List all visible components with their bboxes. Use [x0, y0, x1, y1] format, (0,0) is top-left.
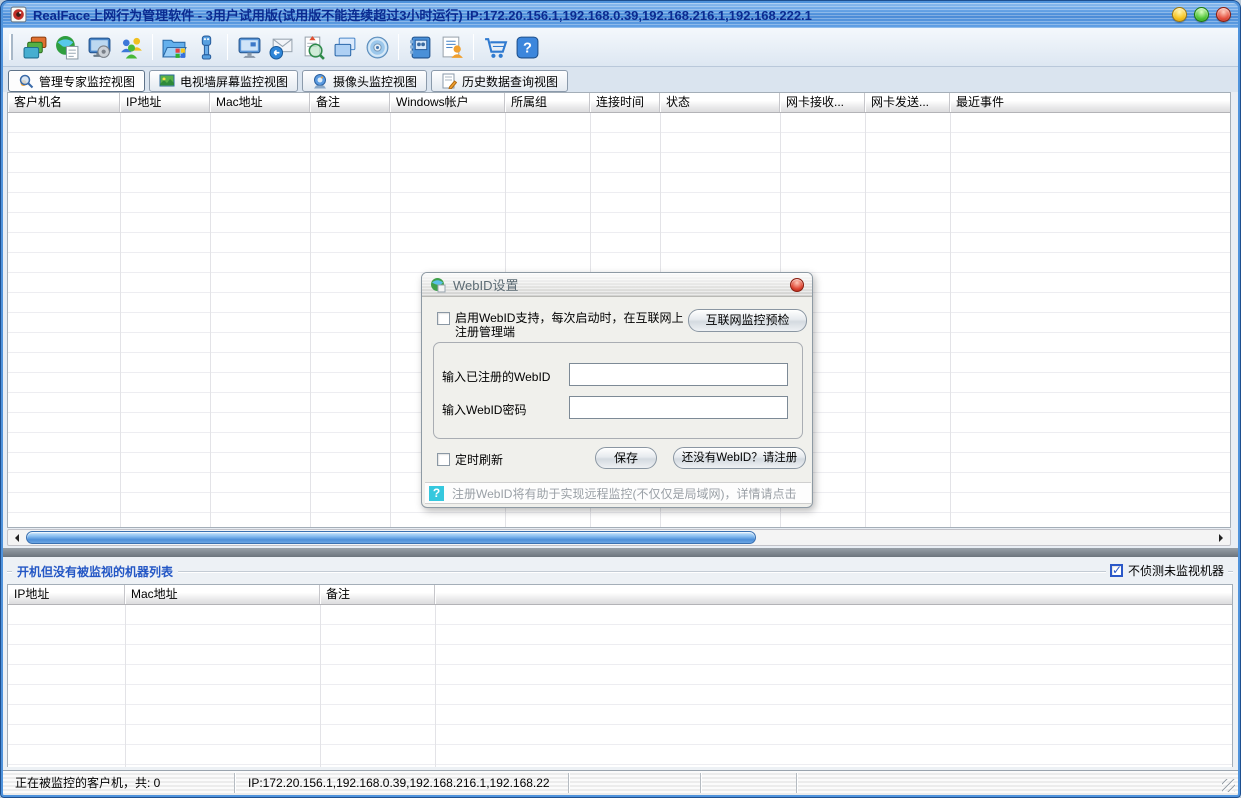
scroll-left-arrow[interactable] [9, 530, 25, 545]
register-webid-button[interactable]: 还没有WebID？请注册 [673, 447, 806, 469]
groupbox-line [7, 571, 1233, 572]
enable-webid-label: 启用WebID支持，每次启动时，在互联网上注册管理端 [455, 311, 695, 339]
tab-tv-wall-view[interactable]: 电视墙屏幕监控视图 [149, 70, 298, 92]
client-table-header: 客户机名 IP地址 Mac地址 备注 Windows帐户 所属组 连接时间 状态… [8, 93, 1230, 113]
column-header[interactable]: 客户机名 [8, 93, 120, 112]
app-window: RealFace上网行为管理软件 - 3用户试用版(试用版不能连续超过3小时运行… [0, 0, 1241, 798]
column-header[interactable]: Mac地址 [125, 585, 320, 604]
unmonitored-table: IP地址 Mac地址 备注 [7, 584, 1233, 767]
question-icon: ? [429, 486, 444, 501]
column-header[interactable]: 网卡发送... [865, 93, 950, 112]
resize-grip[interactable] [1222, 779, 1235, 792]
save-button[interactable]: 保存 [595, 447, 657, 469]
column-header[interactable]: 备注 [320, 585, 435, 604]
magnifier-view-icon [18, 73, 34, 89]
file-manager-icon[interactable] [158, 31, 190, 63]
timed-refresh-label: 定时刷新 [455, 451, 503, 468]
svg-text:?: ? [523, 40, 532, 56]
title-bar: RealFace上网行为管理软件 - 3用户试用版(试用版不能连续超过3小时运行… [0, 0, 1241, 28]
column-header[interactable]: 最近事件 [950, 93, 1230, 112]
camera-icon [312, 73, 328, 89]
toolbar-separator [473, 34, 474, 60]
tab-label: 历史数据查询视图 [462, 73, 558, 90]
toolbar-grip[interactable] [9, 34, 13, 60]
column-header[interactable]: 连接时间 [590, 93, 660, 112]
column-header[interactable]: Mac地址 [210, 93, 310, 112]
webid-input[interactable] [569, 363, 788, 386]
scrollbar-thumb[interactable] [26, 531, 756, 544]
detect-checkbox-row[interactable]: 不侦测未监视机器 [1106, 562, 1228, 579]
toolbar-separator [398, 34, 399, 60]
unmonitored-table-header: IP地址 Mac地址 备注 [8, 585, 1232, 605]
column-header[interactable]: 备注 [310, 93, 390, 112]
scroll-right-arrow[interactable] [1213, 530, 1229, 545]
unmonitored-panel: 开机但没有被监视的机器列表 不侦测未监视机器 IP地址 Mac地址 备注 [3, 557, 1238, 770]
history-query-icon [441, 73, 457, 89]
toolbar: ? [3, 28, 1238, 67]
ip-list-text: IP:172.20.156.1,192.168.0.39,192.168.216… [248, 771, 563, 796]
webid-groupbox [433, 342, 803, 439]
status-bar: 正在被监控的客户机，共: 0 IP:172.20.156.1,192.168.0… [3, 770, 1238, 795]
cd-record-icon[interactable] [361, 31, 393, 63]
panel-splitter[interactable] [0, 548, 1241, 557]
toolbar-separator [152, 34, 153, 60]
column-header[interactable]: 网卡接收... [780, 93, 865, 112]
cascade-windows-icon[interactable] [19, 31, 51, 63]
column-header [435, 585, 1232, 604]
tab-label: 摄像头监控视图 [333, 73, 417, 90]
web-log-icon[interactable] [51, 31, 83, 63]
shopping-cart-icon[interactable] [479, 31, 511, 63]
close-button[interactable] [1216, 7, 1231, 22]
dialog-title-bar: WebID设置 [422, 273, 812, 297]
user-activity-log-icon[interactable] [436, 31, 468, 63]
column-header[interactable]: Windows帐户 [390, 93, 505, 112]
remote-settings-icon[interactable] [83, 31, 115, 63]
log-search-icon[interactable] [297, 31, 329, 63]
dialog-close-button[interactable] [790, 278, 804, 292]
dialog-hint-bar: ? 注册WebID将有助于实现远程监控(不仅仅是局域网)，详情请点击 [425, 482, 811, 504]
tab-history-query-view[interactable]: 历史数据查询视图 [431, 70, 568, 92]
usb-key-icon[interactable] [190, 31, 222, 63]
groupbox-title: 开机但没有被监视的机器列表 [12, 563, 178, 580]
detect-checkbox-label: 不侦测未监视机器 [1128, 562, 1224, 579]
tab-camera-view[interactable]: 摄像头监控视图 [302, 70, 427, 92]
enable-webid-row[interactable]: 启用WebID支持，每次启动时，在互联网上注册管理端 [437, 312, 695, 339]
detect-checkbox[interactable] [1110, 564, 1123, 577]
minimize-button[interactable] [1172, 7, 1187, 22]
monitored-count-text: 正在被监控的客户机，共: 0 [15, 771, 230, 796]
tab-label: 管理专家监控视图 [39, 73, 135, 90]
column-header[interactable]: IP地址 [120, 93, 210, 112]
help-icon[interactable]: ? [511, 31, 543, 63]
column-header[interactable]: IP地址 [8, 585, 125, 604]
send-message-icon[interactable] [265, 31, 297, 63]
app-icon [10, 6, 27, 23]
webid-password-input[interactable] [569, 396, 788, 419]
column-header[interactable]: 状态 [660, 93, 780, 112]
tv-wall-icon [159, 73, 175, 89]
horizontal-scrollbar [7, 529, 1231, 546]
toolbar-separator [227, 34, 228, 60]
webid-password-label: 输入WebID密码 [442, 401, 526, 418]
tab-expert-monitor-view[interactable]: 管理专家监控视图 [8, 70, 145, 92]
webid-dialog: WebID设置 启用WebID支持，每次启动时，在互联网上注册管理端 互联网监控… [421, 272, 813, 508]
address-book-icon[interactable] [404, 31, 436, 63]
column-header[interactable]: 所属组 [505, 93, 590, 112]
maximize-button[interactable] [1194, 7, 1209, 22]
enable-webid-checkbox[interactable] [437, 312, 450, 325]
window-controls [1172, 7, 1231, 22]
window-capture-icon[interactable] [329, 31, 361, 63]
globe-icon [430, 277, 446, 293]
dialog-title: WebID设置 [453, 275, 519, 294]
hint-text[interactable]: 注册WebID将有助于实现远程监控(不仅仅是局域网)，详情请点击 [452, 485, 796, 502]
unmonitored-table-body [8, 605, 1232, 767]
timed-refresh-row[interactable]: 定时刷新 [437, 451, 503, 468]
tab-bar: 管理专家监控视图 电视墙屏幕监控视图 摄像头监控视图 历史数据查询视图 [3, 67, 1238, 92]
user-management-icon[interactable] [115, 31, 147, 63]
internet-precheck-button[interactable]: 互联网监控预检 [688, 309, 807, 332]
window-title: RealFace上网行为管理软件 - 3用户试用版(试用版不能连续超过3小时运行… [33, 5, 812, 24]
tab-label: 电视墙屏幕监控视图 [180, 73, 288, 90]
timed-refresh-checkbox[interactable] [437, 453, 450, 466]
screen-monitor-icon[interactable] [233, 31, 265, 63]
webid-label: 输入已注册的WebID [442, 368, 550, 385]
